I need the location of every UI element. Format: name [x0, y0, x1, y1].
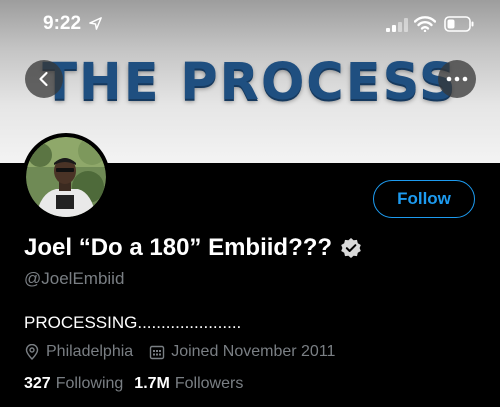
more-dots-icon [446, 76, 468, 82]
calendar-icon [149, 345, 165, 360]
profile-meta: Philadelphia Joined November 2011 [24, 343, 351, 361]
location-pin-icon [25, 344, 39, 360]
joined-text: Joined November 2011 [171, 343, 336, 360]
following-label: Following [55, 375, 124, 392]
status-time: 9:22 [43, 13, 82, 34]
following-count: 327 [24, 375, 51, 392]
location-item: Philadelphia [24, 343, 133, 361]
location-text: Philadelphia [46, 343, 134, 360]
joined-item: Joined November 2011 [149, 343, 335, 361]
follow-stats: 327 Following 1.7M Followers [24, 375, 254, 393]
profile-bio: PROCESSING...................... [24, 313, 242, 332]
status-bar: 9:22 [0, 0, 500, 48]
following-link[interactable]: 327 Following [24, 375, 123, 393]
wifi-icon [414, 16, 436, 32]
name-row: Joel “Do a 180” Embiid??? [24, 234, 362, 262]
followers-count: 1.7M [134, 375, 170, 392]
battery-icon [444, 16, 474, 32]
more-options-button[interactable] [438, 60, 476, 98]
followers-label: Followers [174, 375, 244, 392]
banner-title: THE PROCESS [42, 53, 458, 112]
cellular-signal-icon [386, 18, 408, 32]
avatar-photo [26, 137, 106, 217]
followers-link[interactable]: 1.7M Followers [134, 375, 243, 393]
profile-avatar[interactable] [22, 133, 110, 221]
profile-handle: @JoelEmbiid [24, 269, 125, 288]
chevron-left-icon [39, 71, 48, 87]
back-button[interactable] [25, 60, 63, 98]
follow-button[interactable]: Follow [373, 180, 475, 218]
verified-badge-icon [341, 238, 361, 258]
display-name: Joel “Do a 180” Embiid??? [24, 234, 333, 261]
location-arrow-icon [89, 17, 102, 30]
